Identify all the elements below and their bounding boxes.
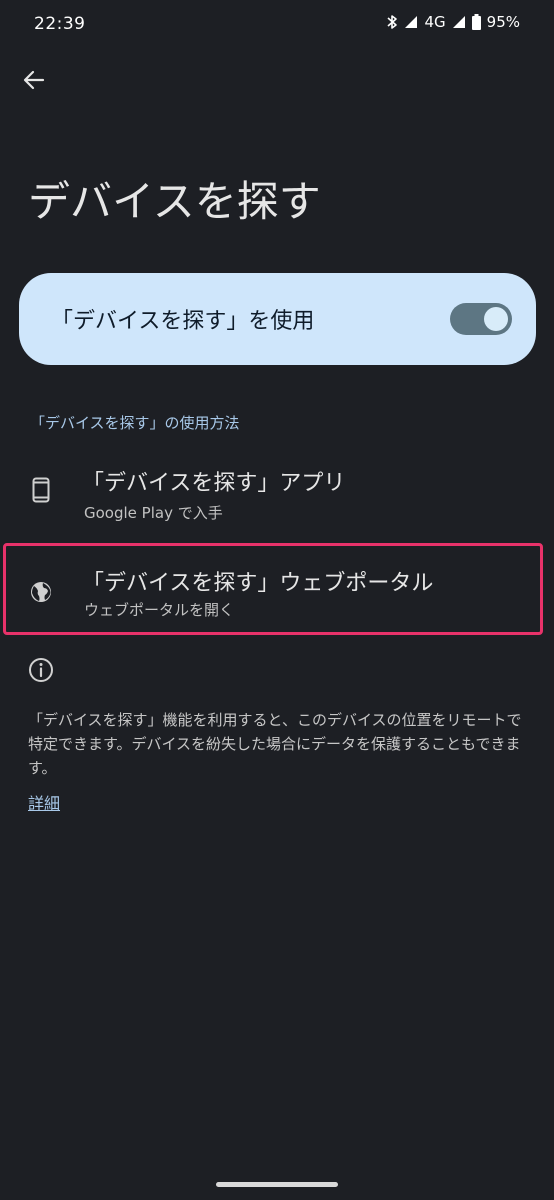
signal-icon — [404, 15, 418, 29]
arrow-back-icon — [23, 69, 45, 95]
home-indicator[interactable] — [216, 1182, 338, 1187]
status-time: 22:39 — [34, 14, 86, 34]
toggle-knob — [484, 307, 508, 331]
section-header: 「デバイスを探す」の使用方法 — [30, 414, 240, 432]
signal-icon — [452, 15, 466, 29]
back-button[interactable] — [14, 62, 54, 102]
option-find-device-app[interactable]: 「デバイスを探す」アプリ Google Play で入手 — [0, 455, 554, 535]
status-icons: 4G 95% — [386, 13, 520, 31]
battery-icon — [471, 14, 481, 30]
status-bar: 22:39 4G 95% — [0, 0, 554, 50]
phone-icon — [28, 477, 54, 503]
toggle-switch[interactable] — [450, 303, 512, 335]
page-title: デバイスを探す — [28, 177, 321, 226]
network-type: 4G — [424, 13, 446, 31]
description-text: 「デバイスを探す」機能を利用すると、このデバイスの位置をリモートで特定できます。… — [28, 711, 522, 777]
toggle-label: 「デバイスを探す」を使用 — [51, 309, 315, 334]
option-subtitle: Google Play で入手 — [84, 504, 223, 522]
battery-level: 95% — [486, 13, 520, 31]
bluetooth-icon — [386, 14, 398, 30]
option-title: 「デバイスを探す」アプリ — [82, 471, 346, 496]
info-icon — [28, 657, 54, 683]
learn-more-link[interactable]: 詳細 — [28, 790, 60, 814]
use-find-device-toggle-row[interactable]: 「デバイスを探す」を使用 — [19, 273, 536, 365]
highlight-frame — [3, 543, 543, 635]
